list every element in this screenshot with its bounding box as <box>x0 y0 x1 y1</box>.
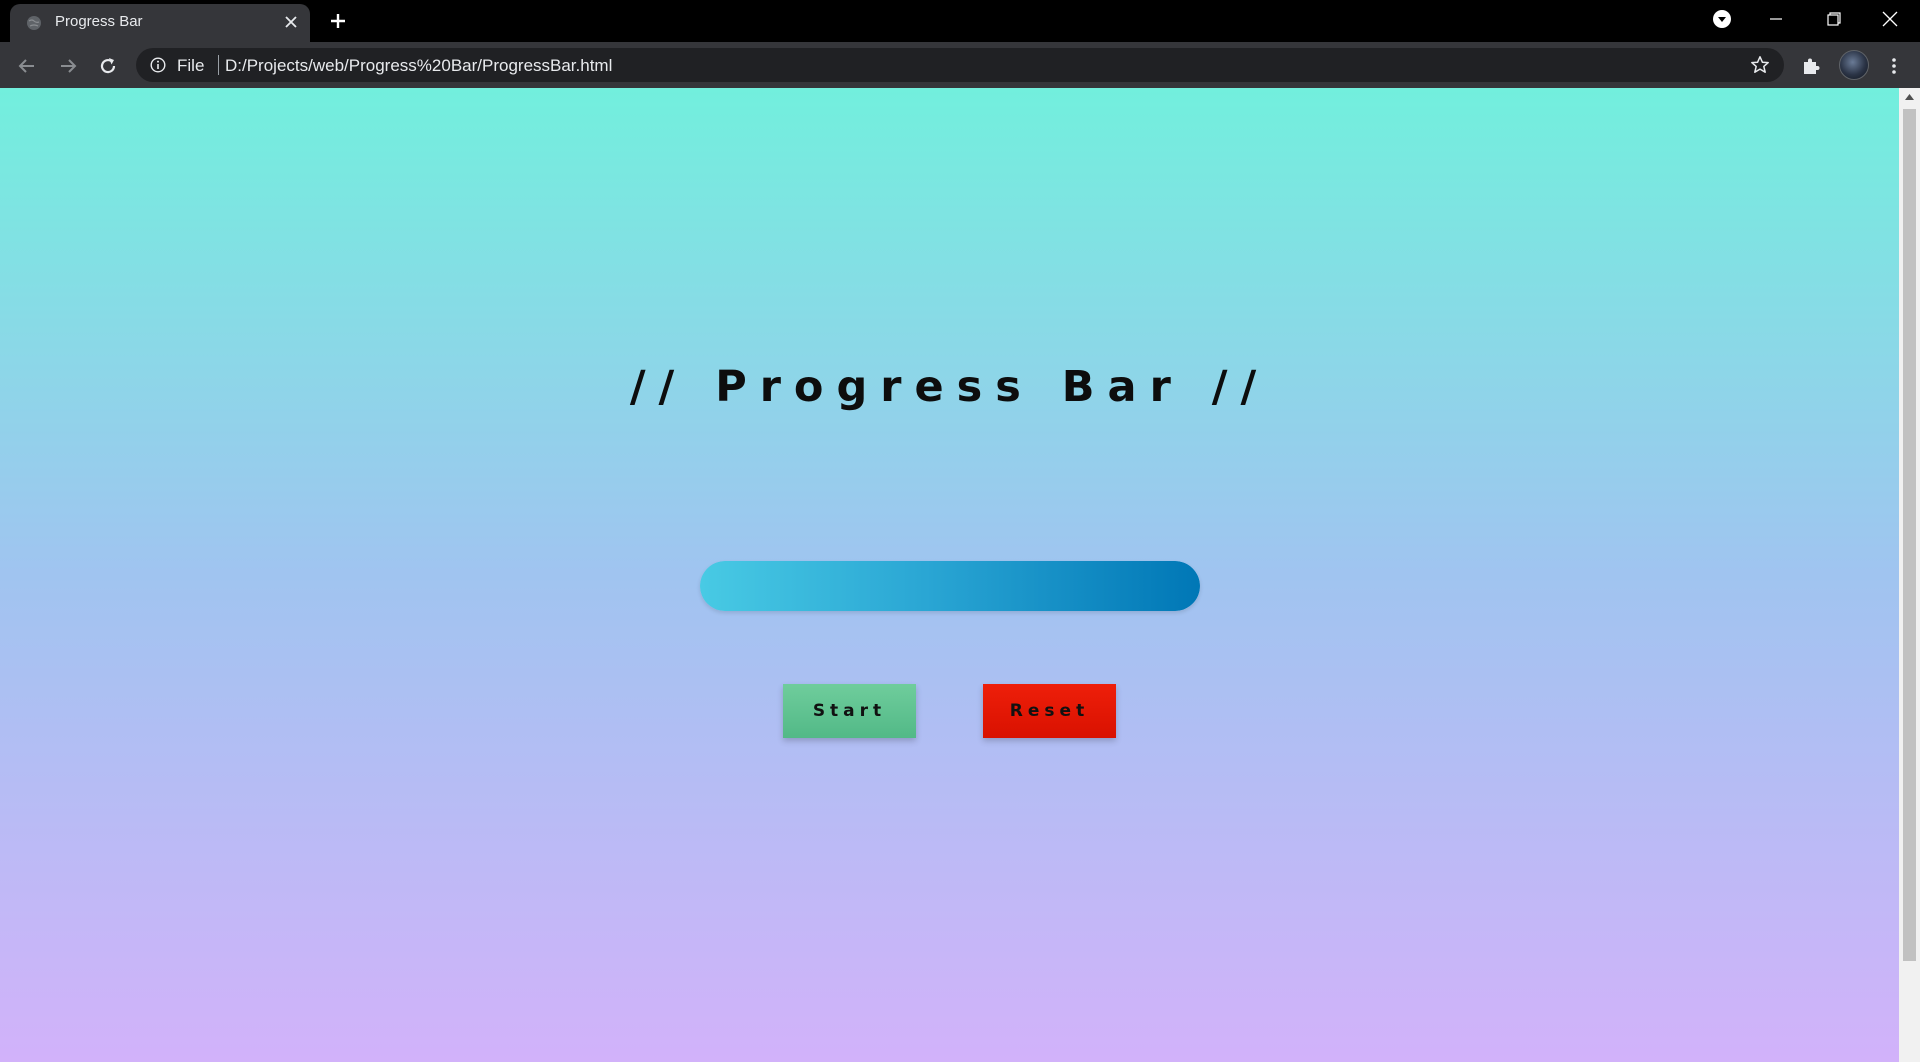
info-icon[interactable] <box>150 57 166 73</box>
close-icon[interactable] <box>282 14 300 32</box>
url-scheme-label: File <box>177 56 205 75</box>
plus-icon <box>331 14 345 28</box>
profile-avatar[interactable] <box>1839 50 1869 80</box>
scroll-up-arrow[interactable] <box>1899 88 1920 105</box>
url-divider <box>218 55 219 75</box>
chrome-menu-button[interactable] <box>1880 52 1908 80</box>
forward-arrow-icon <box>61 59 77 73</box>
kebab-menu-icon <box>1892 58 1896 74</box>
page-title: // Progress Bar // <box>629 362 1270 412</box>
tab-title: Progress Bar <box>55 13 143 30</box>
close-icon <box>1882 11 1898 27</box>
new-tab-button[interactable] <box>326 9 350 33</box>
forward-button[interactable] <box>54 52 82 80</box>
progress-bar-fill <box>700 561 1200 611</box>
browser-tab[interactable]: Progress Bar <box>10 4 310 42</box>
start-button[interactable]: Start <box>783 684 916 738</box>
reset-button[interactable]: Reset <box>983 684 1116 738</box>
tab-strip: Progress Bar <box>0 0 1920 42</box>
media-control-button[interactable] <box>1694 0 1750 38</box>
minimize-icon <box>1770 18 1782 20</box>
back-button[interactable] <box>13 52 41 80</box>
scrollbar-thumb[interactable] <box>1903 109 1916 961</box>
page-viewport: // Progress Bar // Start Reset <box>0 88 1899 1062</box>
reload-icon <box>100 58 116 74</box>
vertical-scrollbar[interactable] <box>1899 88 1920 1062</box>
progress-bar <box>700 561 1200 611</box>
puzzle-icon <box>1804 58 1820 74</box>
address-bar[interactable]: File D:/Projects/web/Progress%20Bar/Prog… <box>136 48 1784 82</box>
restore-icon <box>1827 12 1841 26</box>
reload-button[interactable] <box>94 52 122 80</box>
url-text[interactable]: D:/Projects/web/Progress%20Bar/ProgressB… <box>225 56 612 76</box>
minimize-button[interactable] <box>1748 0 1804 38</box>
back-arrow-icon <box>18 59 34 73</box>
restore-button[interactable] <box>1806 0 1862 38</box>
media-control-icon <box>1713 10 1731 28</box>
star-icon[interactable] <box>1750 55 1770 75</box>
chevron-up-icon <box>1905 93 1914 100</box>
browser-toolbar: File D:/Projects/web/Progress%20Bar/Prog… <box>0 42 1920 88</box>
extensions-button[interactable] <box>1797 52 1825 80</box>
window-close-button[interactable] <box>1862 0 1918 38</box>
globe-icon <box>27 16 41 30</box>
